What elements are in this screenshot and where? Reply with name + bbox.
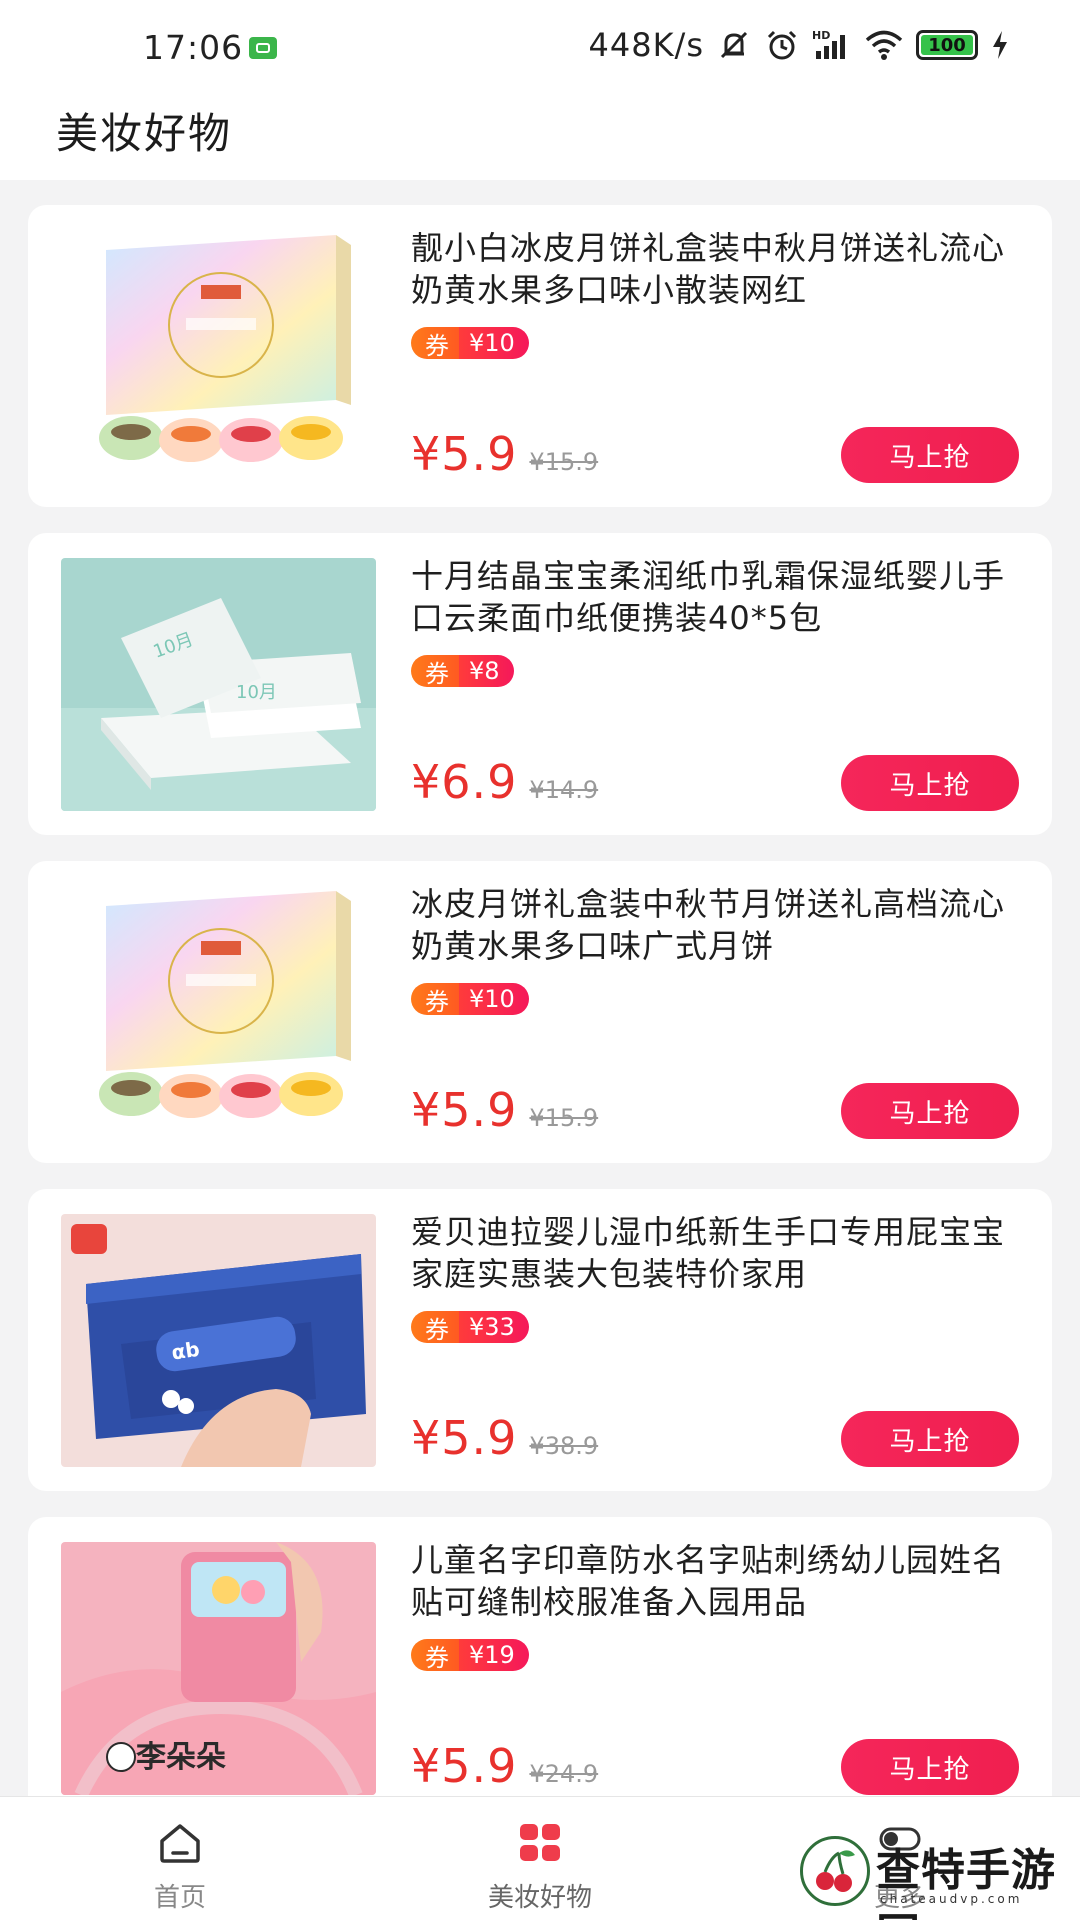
status-bar: 17:06 448K/s HD 100 [0, 0, 1080, 95]
product-image-baby-wipes[interactable]: αb [61, 1214, 376, 1467]
svg-text:李朵朵: 李朵朵 [136, 1740, 226, 1775]
buy-now-button[interactable]: 马上抢 [841, 1083, 1019, 1139]
status-icons: 448K/s HD 100 [588, 26, 1010, 64]
product-title[interactable]: 冰皮月饼礼盒装中秋节月饼送礼高档流心奶黄水果多口味广式月饼 [411, 883, 1021, 967]
price-row: ¥5.9 ¥15.9 [411, 427, 598, 481]
buy-now-button[interactable]: 马上抢 [841, 1411, 1019, 1467]
app-header: 美妆好物 [0, 95, 1080, 180]
coupon-value: ¥10 [459, 327, 529, 359]
price-row: ¥5.9 ¥24.9 [411, 1739, 598, 1793]
coupon-label: 券 [411, 655, 459, 687]
coupon-badge: 券 ¥10 [411, 983, 529, 1015]
buy-now-button[interactable]: 马上抢 [841, 1739, 1019, 1795]
coupon-badge: 券 ¥19 [411, 1639, 529, 1671]
buy-now-button[interactable]: 马上抢 [841, 755, 1019, 811]
price: ¥5.9 [411, 1739, 518, 1793]
nav-item-home[interactable]: 首页 [30, 1797, 330, 1920]
product-image-mooncake-box[interactable] [61, 230, 376, 483]
alarm-icon [767, 30, 797, 60]
mute-icon [720, 31, 748, 59]
original-price: ¥24.9 [529, 1760, 599, 1788]
price: ¥6.9 [411, 755, 518, 809]
product-title[interactable]: 爱贝迪拉婴儿湿巾纸新生手口专用屁宝宝家庭实惠装大包装特价家用 [411, 1211, 1021, 1295]
price: ¥5.9 [411, 1411, 518, 1465]
watermark-text: 查特手游网 [876, 1845, 1056, 1920]
grid-icon [520, 1824, 560, 1861]
product-card[interactable]: 冰皮月饼礼盒装中秋节月饼送礼高档流心奶黄水果多口味广式月饼 券 ¥10 ¥5.9… [28, 861, 1052, 1163]
product-title[interactable]: 靓小白冰皮月饼礼盒装中秋月饼送礼流心奶黄水果多口味小散装网红 [411, 227, 1021, 311]
product-card[interactable]: 10月 10月 十月结晶宝宝柔润纸巾乳霜保湿纸婴儿手口云柔面巾纸便携装40*5包… [28, 533, 1052, 835]
original-price: ¥14.9 [529, 776, 599, 804]
wifi-icon [865, 30, 903, 60]
coupon-label: 券 [411, 1639, 459, 1671]
watermark-logo-icon [800, 1836, 870, 1906]
home-icon [160, 1824, 200, 1863]
coupon-badge: 券 ¥8 [411, 655, 514, 687]
status-time: 17:06 [143, 28, 244, 67]
svg-text:HD: HD [812, 29, 830, 42]
coupon-label: 券 [411, 983, 459, 1015]
watermark: 查特手游网 chateaudvp.com [800, 1822, 1070, 1920]
product-card[interactable]: 李朵朵 儿童名字印章防水名字贴刺绣幼儿园姓名贴可缝制校服准备入园用品 券 ¥19… [28, 1517, 1052, 1796]
buy-now-button[interactable]: 马上抢 [841, 427, 1019, 483]
product-card[interactable]: 靓小白冰皮月饼礼盒装中秋月饼送礼流心奶黄水果多口味小散装网红 券 ¥10 ¥5.… [28, 205, 1052, 507]
product-image-name-stamp[interactable]: 李朵朵 [61, 1542, 376, 1795]
product-image-tissue[interactable]: 10月 10月 [61, 558, 376, 811]
price-row: ¥5.9 ¥15.9 [411, 1083, 598, 1137]
hd-signal-icon: HD [812, 29, 845, 59]
coupon-value: ¥8 [459, 655, 514, 687]
nav-label-home: 首页 [153, 1883, 206, 1913]
coupon-label: 券 [411, 327, 459, 359]
page-title: 美妆好物 [56, 109, 233, 158]
app-notification-icon [249, 37, 277, 59]
svg-text:10月: 10月 [236, 682, 277, 703]
product-title[interactable]: 十月结晶宝宝柔润纸巾乳霜保湿纸婴儿手口云柔面巾纸便携装40*5包 [411, 555, 1021, 639]
coupon-value: ¥10 [459, 983, 529, 1015]
battery-level: 100 [928, 34, 966, 56]
watermark-url: chateaudvp.com [880, 1892, 1023, 1906]
coupon-value: ¥33 [459, 1311, 529, 1343]
original-price: ¥15.9 [529, 448, 599, 476]
battery-icon: 100 [916, 30, 978, 60]
coupon-badge: 券 ¥33 [411, 1311, 529, 1343]
nav-item-beauty[interactable]: 美妆好物 [390, 1797, 690, 1920]
product-title[interactable]: 儿童名字印章防水名字贴刺绣幼儿园姓名贴可缝制校服准备入园用品 [411, 1539, 1021, 1623]
coupon-value: ¥19 [459, 1639, 529, 1671]
nav-label-beauty: 美妆好物 [487, 1883, 592, 1913]
product-list[interactable]: 靓小白冰皮月饼礼盒装中秋月饼送礼流心奶黄水果多口味小散装网红 券 ¥10 ¥5.… [0, 180, 1080, 1796]
price-row: ¥6.9 ¥14.9 [411, 755, 598, 809]
product-card[interactable]: αb 爱贝迪拉婴儿湿巾纸新生手口专用屁宝宝家庭实惠装大包装特价家用 券 ¥33 … [28, 1189, 1052, 1491]
price: ¥5.9 [411, 427, 518, 481]
network-speed: 448K/s [588, 26, 704, 64]
price: ¥5.9 [411, 1083, 518, 1137]
product-image-mooncake-box[interactable] [61, 886, 376, 1139]
charging-icon [993, 31, 1007, 59]
price-row: ¥5.9 ¥38.9 [411, 1411, 598, 1465]
svg-text:αb: αb [170, 1337, 201, 1365]
original-price: ¥15.9 [529, 1104, 599, 1132]
coupon-label: 券 [411, 1311, 459, 1343]
original-price: ¥38.9 [529, 1432, 599, 1460]
coupon-badge: 券 ¥10 [411, 327, 529, 359]
